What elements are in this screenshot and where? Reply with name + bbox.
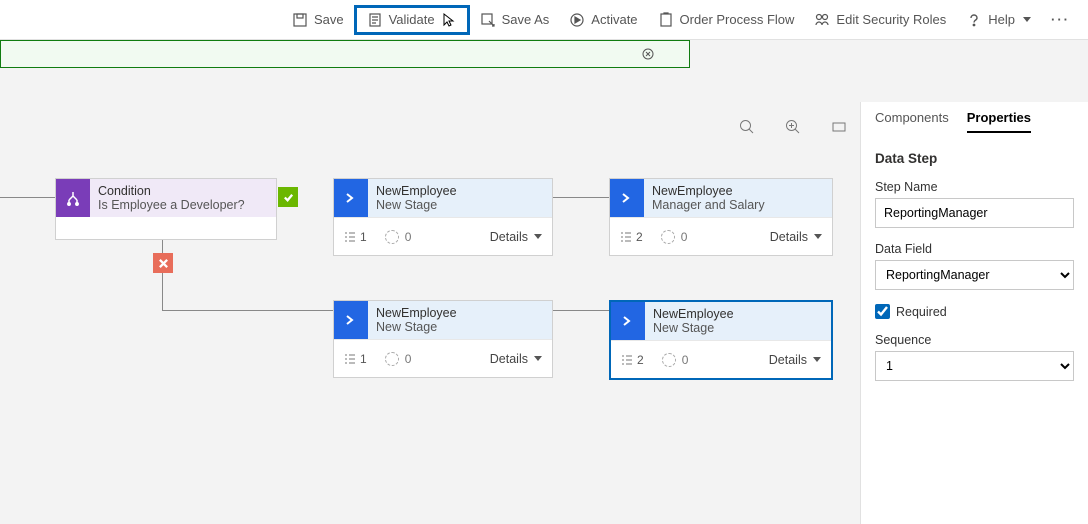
panel-heading: Data Step xyxy=(875,151,1074,166)
sequence-label: Sequence xyxy=(875,333,1074,347)
details-toggle[interactable]: Details xyxy=(490,230,542,244)
zoom-in-button[interactable] xyxy=(784,118,802,136)
cursor-icon xyxy=(441,12,457,28)
process-canvas[interactable]: Condition Is Employee a Developer? NewEm… xyxy=(0,68,860,524)
connector-line xyxy=(162,240,163,310)
stage-node-2[interactable]: NewEmployee Manager and Salary 2 0 Detai… xyxy=(609,178,833,256)
stage-node-1[interactable]: NewEmployee New Stage 1 0 Details xyxy=(333,178,553,256)
stage-subtitle: New Stage xyxy=(653,321,823,335)
fit-to-screen-button[interactable] xyxy=(830,118,848,136)
stage-title: NewEmployee xyxy=(376,184,544,198)
save-as-label: Save As xyxy=(502,12,550,27)
steps-count: 2 xyxy=(621,353,644,367)
required-checkbox[interactable] xyxy=(875,304,890,319)
properties-panel: Components Properties Data Step Step Nam… xyxy=(860,102,1088,524)
condition-title: Condition xyxy=(98,184,268,198)
process-count: 0 xyxy=(662,353,689,367)
help-label: Help xyxy=(988,12,1015,27)
step-name-input[interactable] xyxy=(875,198,1074,228)
details-toggle[interactable]: Details xyxy=(770,230,822,244)
connector-line xyxy=(553,197,609,198)
stage-icon xyxy=(334,301,368,339)
save-label: Save xyxy=(314,12,344,27)
stage-node-4[interactable]: NewEmployee New Stage 2 0 Details xyxy=(609,300,833,380)
data-field-label: Data Field xyxy=(875,242,1074,256)
panel-tabs: Components Properties xyxy=(875,110,1074,133)
condition-subtitle: Is Employee a Developer? xyxy=(98,198,268,212)
overflow-menu-button[interactable]: ··· xyxy=(1041,12,1080,27)
stage-title: NewEmployee xyxy=(652,184,824,198)
required-label: Required xyxy=(896,305,947,319)
stage-node-3[interactable]: NewEmployee New Stage 1 0 Details xyxy=(333,300,553,378)
stage-title: NewEmployee xyxy=(376,306,544,320)
connector-line xyxy=(162,310,333,311)
condition-node[interactable]: Condition Is Employee a Developer? xyxy=(55,178,277,240)
tab-components[interactable]: Components xyxy=(875,110,949,133)
stage-subtitle: New Stage xyxy=(376,320,544,334)
notification-bar xyxy=(0,40,690,68)
process-count: 0 xyxy=(385,352,412,366)
activate-button[interactable]: Activate xyxy=(559,5,647,35)
connector-line xyxy=(0,197,55,198)
details-toggle[interactable]: Details xyxy=(490,352,542,366)
stage-icon xyxy=(611,302,645,340)
activate-label: Activate xyxy=(591,12,637,27)
tab-properties[interactable]: Properties xyxy=(967,110,1031,133)
steps-count: 1 xyxy=(344,352,367,366)
order-process-flow-label: Order Process Flow xyxy=(680,12,795,27)
steps-count: 1 xyxy=(344,230,367,244)
order-process-flow-button[interactable]: Order Process Flow xyxy=(648,5,805,35)
condition-icon xyxy=(56,179,90,217)
validate-button[interactable]: Validate xyxy=(354,5,470,35)
stage-icon xyxy=(334,179,368,217)
validate-label: Validate xyxy=(389,12,435,27)
process-count: 0 xyxy=(661,230,688,244)
chevron-down-icon xyxy=(1023,17,1031,22)
condition-no-badge xyxy=(153,253,173,273)
edit-security-roles-label: Edit Security Roles xyxy=(836,12,946,27)
stage-subtitle: New Stage xyxy=(376,198,544,212)
details-toggle[interactable]: Details xyxy=(769,353,821,367)
process-count: 0 xyxy=(385,230,412,244)
zoom-out-button[interactable] xyxy=(738,118,756,136)
edit-security-roles-button[interactable]: Edit Security Roles xyxy=(804,5,956,35)
stage-subtitle: Manager and Salary xyxy=(652,198,824,212)
data-field-select[interactable]: ReportingManager xyxy=(875,260,1074,290)
stage-title: NewEmployee xyxy=(653,307,823,321)
condition-yes-badge xyxy=(278,187,298,207)
canvas-zoom-tools xyxy=(738,118,848,136)
sequence-select[interactable]: 1 xyxy=(875,351,1074,381)
help-button[interactable]: Help xyxy=(956,5,1041,35)
save-as-button[interactable]: Save As xyxy=(470,5,560,35)
connector-line xyxy=(553,310,609,311)
notification-close-button[interactable] xyxy=(639,45,657,63)
step-name-label: Step Name xyxy=(875,180,1074,194)
steps-count: 2 xyxy=(620,230,643,244)
app-toolbar: Save Validate Save As Activate Order Pro… xyxy=(0,0,1088,40)
save-button[interactable]: Save xyxy=(282,5,354,35)
stage-icon xyxy=(610,179,644,217)
